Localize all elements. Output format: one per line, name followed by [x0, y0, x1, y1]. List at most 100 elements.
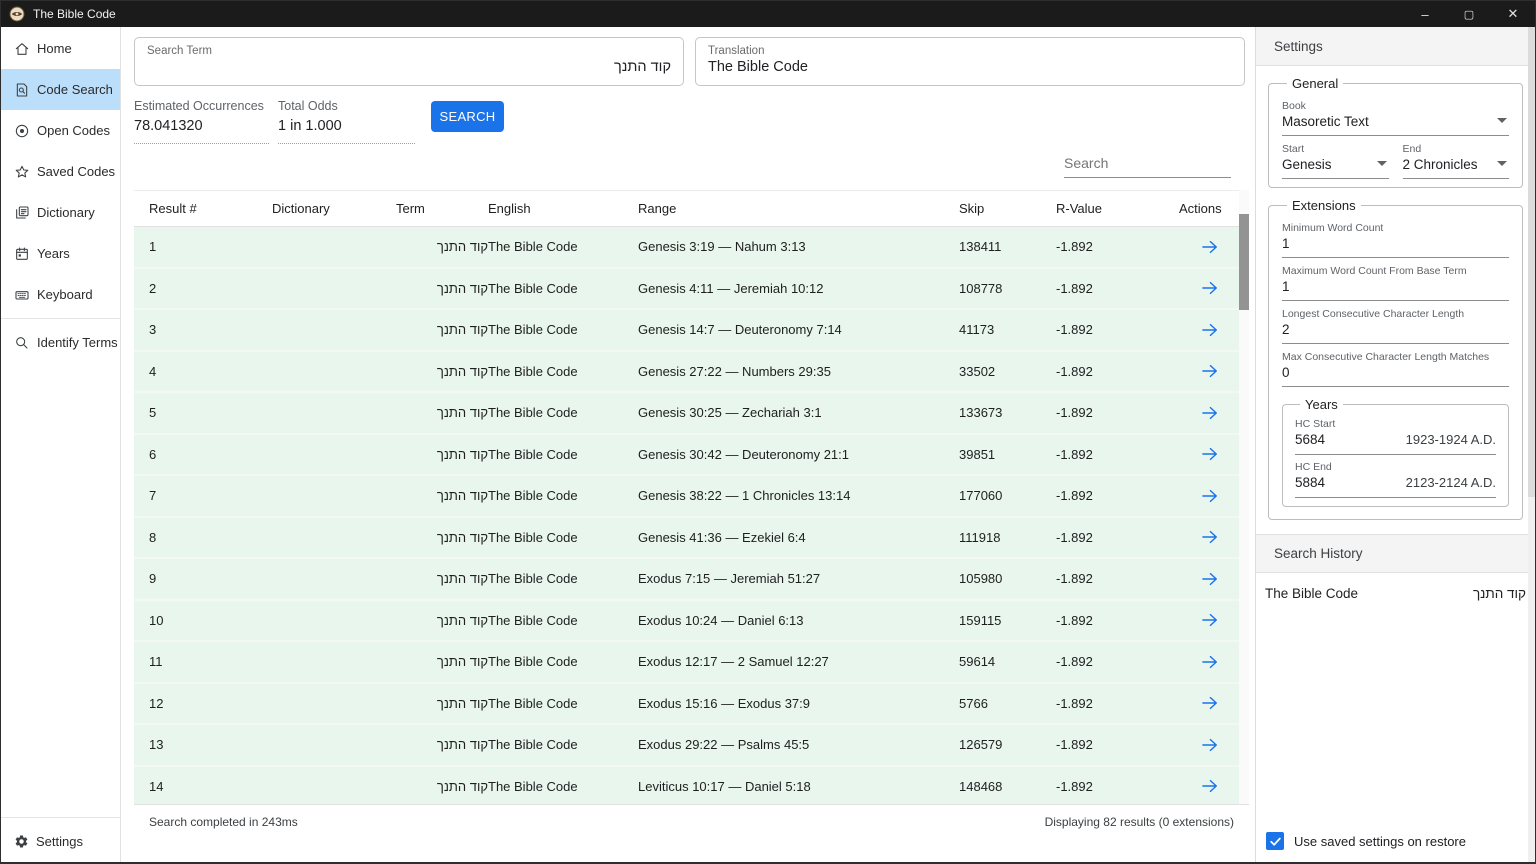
cell-result: 14 — [149, 779, 272, 794]
table-row[interactable]: 10קוד התנךThe Bible CodeExodus 10:24 — D… — [134, 601, 1239, 643]
column-header-result: Result # — [149, 201, 272, 216]
cell-english: The Bible Code — [488, 364, 638, 379]
cell-range: Genesis 30:42 — Deuteronomy 21:1 — [638, 447, 959, 462]
cell-skip: 105980 — [959, 571, 1056, 586]
max-consecutive-matches-field[interactable]: Max Consecutive Character Length Matches… — [1282, 351, 1509, 387]
cell-result: 9 — [149, 571, 272, 586]
cell-term: קוד התנך — [396, 239, 488, 254]
table-row[interactable]: 8קוד התנךThe Bible CodeGenesis 41:36 — E… — [134, 518, 1239, 560]
table-row[interactable]: 12קוד התנךThe Bible CodeExodus 15:16 — E… — [134, 684, 1239, 726]
cell-result: 1 — [149, 239, 272, 254]
settings-scrollbar[interactable] — [1528, 27, 1535, 862]
open-result-button[interactable] — [1179, 320, 1239, 340]
sidebar-item-keyboard[interactable]: Keyboard — [1, 274, 120, 315]
cell-r-value: -1.892 — [1056, 239, 1179, 254]
table-row[interactable]: 11קוד התנךThe Bible CodeExodus 12:17 — 2… — [134, 642, 1239, 684]
cell-r-value: -1.892 — [1056, 447, 1179, 462]
min-word-count-field[interactable]: Minimum Word Count 1 — [1282, 222, 1509, 258]
table-row[interactable]: 1קוד התנךThe Bible CodeGenesis 3:19 — Na… — [134, 227, 1239, 269]
cell-range: Exodus 29:22 — Psalms 45:5 — [638, 737, 959, 752]
search-duration-text: Search completed in 243ms — [149, 815, 298, 829]
sidebar-item-settings[interactable]: Settings — [1, 821, 120, 862]
code-search-icon — [14, 82, 30, 98]
table-row[interactable]: 7קוד התנךThe Bible CodeGenesis 38:22 — 1… — [134, 476, 1239, 518]
cell-skip: 177060 — [959, 488, 1056, 503]
open-result-button[interactable] — [1179, 776, 1239, 796]
settings-panel-title: Settings — [1256, 27, 1535, 66]
open-result-button[interactable] — [1179, 361, 1239, 381]
restore-settings-row[interactable]: Use saved settings on restore — [1256, 832, 1535, 862]
sidebar-item-open-codes[interactable]: Open Codes — [1, 110, 120, 151]
table-row[interactable]: 4קוד התנךThe Bible CodeGenesis 27:22 — N… — [134, 352, 1239, 394]
minimize-button[interactable]: – — [1403, 1, 1447, 27]
open-result-button[interactable] — [1179, 693, 1239, 713]
chevron-down-icon — [1497, 118, 1507, 123]
translation-field[interactable]: Translation — [695, 37, 1245, 86]
cell-english: The Bible Code — [488, 696, 638, 711]
chevron-down-icon — [1497, 161, 1507, 166]
open-result-button[interactable] — [1179, 569, 1239, 589]
cell-result: 2 — [149, 281, 272, 296]
cell-english: The Bible Code — [488, 405, 638, 420]
table-row[interactable]: 3קוד התנךThe Bible CodeGenesis 14:7 — De… — [134, 310, 1239, 352]
column-header-english: English — [488, 201, 638, 216]
results-filter-field[interactable] — [1064, 154, 1231, 178]
hc-end-gregorian: 2123-2124 A.D. — [1406, 475, 1496, 490]
open-result-button[interactable] — [1179, 237, 1239, 257]
column-header-term: Term — [396, 201, 488, 216]
arrow-right-icon — [1199, 320, 1221, 340]
hc-start-gregorian: 1923-1924 A.D. — [1406, 432, 1496, 447]
hc-end-field[interactable]: HC End 5884 2123-2124 A.D. — [1295, 461, 1496, 498]
translation-input[interactable] — [708, 59, 1232, 75]
cell-range: Genesis 41:36 — Ezekiel 6:4 — [638, 530, 959, 545]
end-book-select[interactable]: End 2 Chronicles — [1403, 143, 1510, 179]
start-book-select[interactable]: Start Genesis — [1282, 143, 1389, 179]
search-button[interactable]: SEARCH — [431, 101, 504, 132]
search-term-input[interactable] — [147, 59, 671, 75]
sidebar-item-identify-terms[interactable]: Identify Terms — [1, 322, 120, 363]
longest-consecutive-length-field[interactable]: Longest Consecutive Character Length 2 — [1282, 308, 1509, 344]
cell-range: Genesis 4:11 — Jeremiah 10:12 — [638, 281, 959, 296]
results-filter-input[interactable] — [1064, 155, 1245, 171]
open-result-button[interactable] — [1179, 652, 1239, 672]
table-row[interactable]: 9קוד התנךThe Bible CodeExodus 7:15 — Jer… — [134, 559, 1239, 601]
book-select[interactable]: Book Masoretic Text — [1282, 100, 1509, 136]
cell-r-value: -1.892 — [1056, 696, 1179, 711]
restore-settings-checkbox[interactable] — [1266, 832, 1284, 850]
cell-result: 13 — [149, 737, 272, 752]
open-result-button[interactable] — [1179, 610, 1239, 630]
cell-term: קוד התנך — [396, 737, 488, 752]
open-result-button[interactable] — [1179, 403, 1239, 423]
open-result-button[interactable] — [1179, 486, 1239, 506]
open-result-button[interactable] — [1179, 735, 1239, 755]
sidebar-item-code-search[interactable]: Code Search — [1, 69, 120, 110]
open-result-button[interactable] — [1179, 444, 1239, 464]
cell-term: קוד התנך — [396, 281, 488, 296]
results-scrollbar[interactable] — [1239, 190, 1249, 804]
table-row[interactable]: 5קוד התנךThe Bible CodeGenesis 30:25 — Z… — [134, 393, 1239, 435]
arrow-right-icon — [1199, 776, 1221, 796]
open-result-button[interactable] — [1179, 527, 1239, 547]
results-scrollbar-thumb[interactable] — [1239, 214, 1249, 310]
sidebar-item-years[interactable]: Years — [1, 233, 120, 274]
search-history-item[interactable]: The Bible Codeקוד התנך — [1256, 573, 1535, 613]
table-row[interactable]: 13קוד התנךThe Bible CodeExodus 29:22 — P… — [134, 725, 1239, 767]
sidebar-item-dictionary[interactable]: Dictionary — [1, 192, 120, 233]
open-result-button[interactable] — [1179, 278, 1239, 298]
table-row[interactable]: 14קוד התנךThe Bible CodeLeviticus 10:17 … — [134, 767, 1239, 805]
maximize-button[interactable]: ▢ — [1447, 1, 1491, 27]
sidebar-item-home[interactable]: Home — [1, 28, 120, 69]
cell-english: The Bible Code — [488, 654, 638, 669]
cell-result: 10 — [149, 613, 272, 628]
close-button[interactable]: ✕ — [1491, 1, 1535, 27]
search-term-field[interactable]: Search Term — [134, 37, 684, 86]
table-row[interactable]: 2קוד התנךThe Bible CodeGenesis 4:11 — Je… — [134, 269, 1239, 311]
sidebar-item-saved-codes[interactable]: Saved Codes — [1, 151, 120, 192]
max-word-count-field[interactable]: Maximum Word Count From Base Term 1 — [1282, 265, 1509, 301]
table-row[interactable]: 6קוד התנךThe Bible CodeGenesis 30:42 — D… — [134, 435, 1239, 477]
hc-start-field[interactable]: HC Start 5684 1923-1924 A.D. — [1295, 418, 1496, 455]
cell-skip: 59614 — [959, 654, 1056, 669]
settings-scrollbar-thumb[interactable] — [1528, 27, 1535, 497]
cell-term: קוד התנך — [396, 447, 488, 462]
arrow-right-icon — [1199, 486, 1221, 506]
